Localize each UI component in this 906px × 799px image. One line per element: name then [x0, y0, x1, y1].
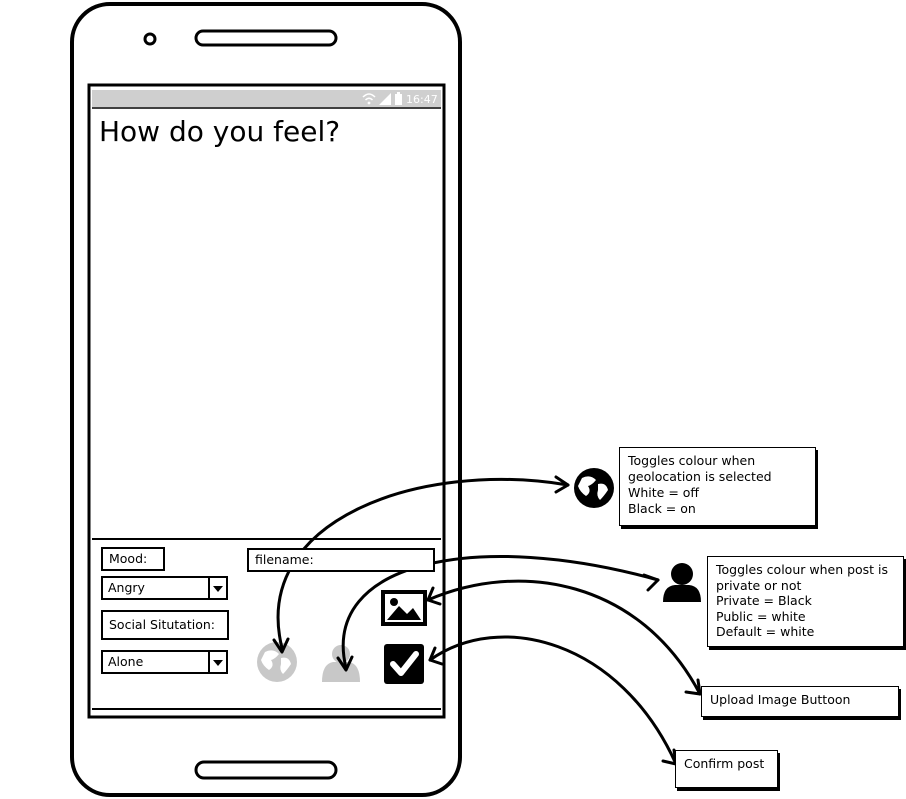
upload-image-note: Upload Image Buttoon	[701, 686, 899, 717]
note-line: Upload Image Buttoon	[710, 692, 851, 707]
annotation-user-icon	[663, 563, 701, 602]
note-line: Default = white	[716, 624, 815, 639]
filename-field[interactable]: filename:	[247, 548, 435, 572]
note-line: Black = on	[628, 501, 696, 516]
checkmark-icon[interactable]	[384, 644, 424, 684]
note-line: White = off	[628, 485, 700, 500]
speaker-grille	[194, 29, 338, 47]
confirm-post-note: Confirm post	[675, 750, 778, 788]
chevron-down-icon[interactable]	[208, 652, 226, 672]
social-situation-select-value: Alone	[108, 654, 144, 669]
privacy-note: Toggles colour when post is private or n…	[707, 556, 904, 647]
chevron-down-icon[interactable]	[208, 578, 226, 598]
note-line: Toggles colour when post is	[716, 562, 889, 577]
page-title: How do you feel?	[99, 115, 341, 148]
geolocation-note: Toggles colour when geolocation is selec…	[619, 447, 816, 526]
home-button[interactable]	[194, 760, 338, 780]
mood-label: Mood:	[101, 547, 165, 571]
note-line: geolocation is selected	[628, 469, 772, 484]
note-line: Confirm post	[684, 756, 765, 771]
globe-icon[interactable]	[257, 642, 297, 682]
front-camera	[143, 32, 157, 46]
note-line: Public = white	[716, 608, 806, 624]
social-situation-label: Social Situtation:	[101, 610, 229, 640]
annotation-globe-icon	[574, 468, 614, 508]
note-line: Private = Black	[716, 593, 812, 608]
status-time: 16:47	[406, 93, 438, 106]
note-line: Toggles colour when	[628, 453, 756, 468]
image-icon[interactable]	[381, 590, 427, 626]
mood-select-value: Angry	[108, 580, 145, 595]
mood-select[interactable]: Angry	[101, 576, 228, 600]
note-line: private or not	[716, 577, 802, 593]
social-situation-select[interactable]: Alone	[101, 650, 228, 674]
